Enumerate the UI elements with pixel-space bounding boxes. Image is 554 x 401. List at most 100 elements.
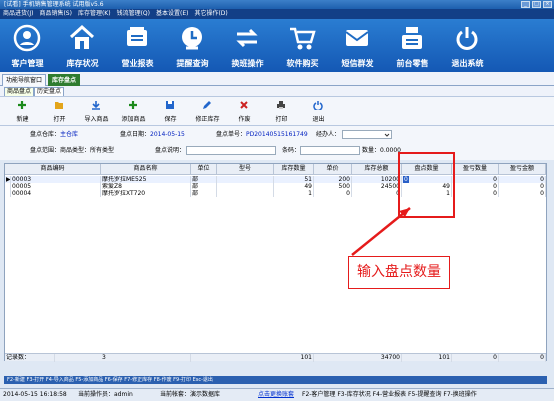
action-label: 修正库存: [195, 116, 220, 123]
action-bar: 新建 打开 导入商品 添加商品 保存 修正库存 作废 打印 退出: [0, 96, 554, 126]
table-row[interactable]: ▶ 00003 摩托罗拉ME525 部 51 200 10200 0 0 0: [5, 176, 546, 183]
footer-diff-amt: 0: [499, 354, 546, 362]
action-label: 退出: [312, 116, 325, 123]
menu-purchase[interactable]: 商品进货(J): [3, 9, 33, 19]
action-label: 添加商品: [121, 116, 146, 123]
plus-icon: [18, 101, 26, 109]
note-input[interactable]: [186, 146, 276, 155]
edit-icon: [203, 101, 211, 109]
switch-account-link[interactable]: 点击更换账套: [258, 389, 294, 401]
folder-icon: [55, 102, 63, 109]
barcode-label: 条码：: [282, 147, 301, 154]
column-header[interactable]: 商品名称: [101, 164, 191, 175]
chevron-down-icon: [384, 133, 390, 137]
toolbar-buy-button[interactable]: 软件购买: [275, 19, 330, 72]
warehouse-icon: [69, 24, 95, 49]
menu-inventory[interactable]: 库存管理(K): [78, 9, 111, 19]
window-title: [试看] 手机销售管理系统 试用版v5.6: [4, 1, 104, 8]
table-row[interactable]: 00005 索爱Z8 部 49 500 24500 49 0 0: [5, 183, 546, 190]
toolbar-customer-button[interactable]: 客户管理: [0, 19, 55, 72]
status-shortcuts: F2-客户管理 F3-库存状况 F4-营业报表 F5-提醒查询 F7-换班操作: [302, 391, 477, 398]
cell-code: 00004: [11, 190, 101, 197]
annotation-callout: 输入盘点数量: [348, 256, 450, 289]
minimize-button[interactable]: _: [521, 1, 530, 8]
subtab-count[interactable]: 商品盘点: [4, 87, 35, 96]
cell-total: 10200: [352, 176, 402, 183]
close-button[interactable]: ×: [543, 1, 552, 8]
quantity-label: 数量：: [362, 147, 381, 154]
tab-stocktake[interactable]: 库存盘点: [48, 74, 81, 86]
void-button[interactable]: 作废: [226, 97, 263, 126]
toolbar-exit-button[interactable]: 退出系统: [440, 19, 495, 72]
cell-unit: 部: [191, 183, 217, 190]
customer-icon: [13, 24, 41, 52]
barcode-input[interactable]: [300, 146, 360, 155]
print-button[interactable]: 打印: [263, 97, 300, 126]
column-header[interactable]: 库存总额: [352, 164, 402, 175]
main-toolbar: 客户管理 库存状况 营业报表 提醒查询 换班操作 软件购买 短信群发 前台零售: [0, 19, 554, 72]
column-header[interactable]: 单位: [191, 164, 217, 175]
warehouse-label: 盘点仓库：: [30, 131, 61, 138]
number-label: 盘点单号：: [216, 131, 247, 138]
column-header[interactable]: 型号: [217, 164, 274, 175]
toolbar-reminder-button[interactable]: 提醒查询: [165, 19, 220, 72]
exit-button[interactable]: 退出: [300, 97, 337, 126]
tab-nav-window[interactable]: 功能导航窗口: [2, 74, 47, 86]
exit-icon: [313, 101, 323, 110]
save-button[interactable]: 保存: [152, 97, 189, 126]
cell-name: 摩托罗拉XT720: [101, 190, 191, 197]
column-header[interactable]: 盈亏金额: [499, 164, 546, 175]
subtab-history[interactable]: 历史盘点: [34, 87, 65, 96]
toolbar-sms-button[interactable]: 短信群发: [330, 19, 385, 72]
sms-icon: [345, 30, 369, 46]
cell-unit: 部: [191, 190, 217, 197]
power-icon: [456, 27, 478, 50]
cell-diff-amt: 0: [499, 183, 546, 190]
maximize-button[interactable]: □: [532, 1, 541, 8]
print-icon: [277, 101, 285, 109]
sub-tabs: 商品盘点 历史盘点: [0, 86, 554, 96]
add-goods-button[interactable]: 添加商品: [115, 97, 152, 126]
document-tabs: 功能导航窗口 库存盘点: [0, 72, 554, 86]
reminder-icon: [182, 27, 202, 50]
column-header[interactable]: 单价: [314, 164, 352, 175]
footer-total: 34700: [352, 354, 402, 362]
toolbar-label: 客户管理: [11, 59, 44, 68]
footer-count: 101: [402, 354, 452, 362]
cell-diff-qty: 0: [452, 183, 499, 190]
register-icon: [402, 27, 422, 49]
toolbar-report-button[interactable]: 营业报表: [110, 19, 165, 72]
toolbar-shift-button[interactable]: 换班操作: [220, 19, 275, 72]
scope-label: 盘点范围：: [30, 147, 61, 154]
status-datetime: 2014-05-15 16:18:58: [3, 391, 67, 398]
toolbar-label: 换班操作: [231, 59, 264, 68]
toolbar-label: 库存状况: [66, 59, 99, 68]
menu-cashflow[interactable]: 钱流管理(Q): [117, 9, 150, 19]
menu-sales[interactable]: 商品销售(S): [39, 9, 72, 19]
menu-other[interactable]: 其它操作(D): [194, 9, 227, 19]
footer-stock: 101: [274, 354, 314, 362]
column-header[interactable]: 库存数量: [274, 164, 314, 175]
import-goods-button[interactable]: 导入商品: [78, 97, 115, 126]
column-header[interactable]: 商品编码: [5, 164, 101, 175]
warehouse-value[interactable]: 主仓库: [60, 130, 78, 139]
fix-stock-button[interactable]: 修正库存: [189, 97, 226, 126]
action-label: 打开: [53, 116, 66, 123]
status-account: 当前帐套：演示数据库: [160, 391, 221, 398]
number-value: PD20140515161749: [246, 131, 308, 138]
menu-settings[interactable]: 基本设置(E): [156, 9, 188, 19]
action-label: 保存: [164, 116, 177, 123]
table-row[interactable]: 00004 摩托罗拉XT720 部 1 0 0 1 0 0: [5, 190, 546, 197]
handler-select[interactable]: [342, 130, 392, 139]
note-label: 盘点说明：: [155, 147, 186, 154]
toolbar-stock-button[interactable]: 库存状况: [55, 19, 110, 72]
open-button[interactable]: 打开: [41, 97, 78, 126]
toolbar-retail-button[interactable]: 前台零售: [385, 19, 440, 72]
date-value[interactable]: 2014-05-15: [150, 130, 185, 139]
cell-price: 500: [314, 183, 352, 190]
cell-name: 索爱Z8: [101, 183, 191, 190]
new-button[interactable]: 新建: [4, 97, 41, 126]
column-header[interactable]: 盈亏数量: [452, 164, 499, 175]
cell-stock: 49: [274, 183, 314, 190]
swap-icon: [236, 28, 258, 48]
